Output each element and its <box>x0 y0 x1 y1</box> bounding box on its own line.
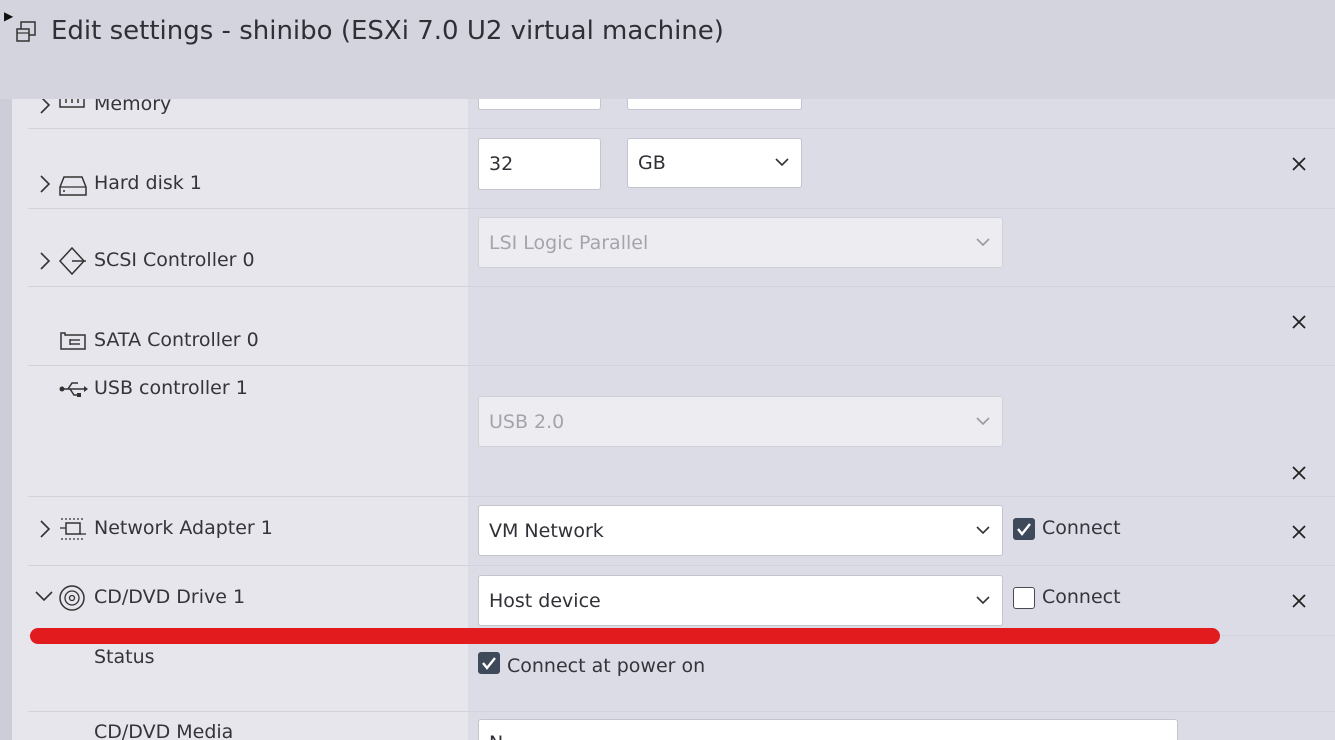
scsi-controller-label: SCSI Controller 0 <box>94 249 255 271</box>
chevron-right-icon[interactable] <box>38 251 52 271</box>
cddvd-icon <box>59 585 85 611</box>
memory-unit-select[interactable] <box>627 99 802 110</box>
chevron-down-icon[interactable] <box>34 589 54 603</box>
chevron-right-icon[interactable] <box>38 519 52 539</box>
cddvd-media-label: CD/DVD Media <box>94 721 234 740</box>
caret-icon: ▶ <box>4 9 14 23</box>
chevron-down-icon <box>976 237 990 246</box>
dialog-header: ▶ Edit settings - shinibo (ESXi 7.0 U2 v… <box>0 0 1335 99</box>
cddvd-media-select[interactable]: N <box>478 719 1178 740</box>
cddvd-source-select[interactable]: Host device <box>478 575 1003 626</box>
remove-sata-controller-button[interactable] <box>1290 313 1308 331</box>
connect-at-power-on-label: Connect at power on <box>507 655 706 677</box>
checkmark-icon <box>482 657 496 670</box>
connect-at-power-on-checkbox[interactable] <box>478 652 500 674</box>
cddvd-connect-checkbox[interactable] <box>1013 587 1035 609</box>
cddvd-status-label: Status <box>94 646 155 668</box>
chevron-down-icon <box>775 158 789 167</box>
usb-icon <box>59 382 88 397</box>
network-adapter-label: Network Adapter 1 <box>94 517 273 539</box>
dialog-title: Edit settings - shinibo (ESXi 7.0 U2 vir… <box>51 16 724 46</box>
hard-disk-label: Hard disk 1 <box>94 172 202 194</box>
remove-hard-disk-button[interactable] <box>1290 155 1308 173</box>
remove-cddvd-drive-button[interactable] <box>1290 592 1308 610</box>
memory-icon <box>59 99 85 108</box>
memory-label: Memory <box>94 99 172 115</box>
chevron-down-icon <box>976 595 990 604</box>
network-connect-checkbox[interactable] <box>1013 518 1035 540</box>
memory-size-input[interactable] <box>478 99 601 110</box>
cddvd-drive-label: CD/DVD Drive 1 <box>94 586 246 608</box>
usb-controller-label: USB controller 1 <box>94 377 248 399</box>
remove-network-adapter-button[interactable] <box>1290 523 1308 541</box>
cddvd-connect-label: Connect <box>1042 586 1121 608</box>
sata-controller-icon <box>60 332 86 350</box>
left-gutter <box>0 99 12 740</box>
chevron-down-icon <box>976 416 990 425</box>
chevron-down-icon <box>976 525 990 534</box>
chevron-right-icon[interactable] <box>38 99 52 115</box>
network-select[interactable]: VM Network <box>478 505 1003 556</box>
checkmark-icon <box>1017 523 1031 536</box>
scsi-controller-icon <box>58 246 86 276</box>
scsi-type-select: LSI Logic Parallel <box>478 217 1003 268</box>
network-adapter-icon <box>60 518 86 540</box>
red-highlight-line <box>30 628 1220 644</box>
hard-disk-icon <box>59 176 87 196</box>
vm-window-icon <box>16 21 36 42</box>
chevron-right-icon[interactable] <box>38 174 52 194</box>
remove-usb-controller-button[interactable] <box>1290 464 1308 482</box>
sata-controller-label: SATA Controller 0 <box>94 329 259 351</box>
hard-disk-unit-select[interactable]: GB <box>627 138 802 188</box>
network-connect-label: Connect <box>1042 517 1121 539</box>
hard-disk-size-input[interactable]: 32 <box>478 138 601 190</box>
usb-type-select: USB 2.0 <box>478 396 1003 447</box>
